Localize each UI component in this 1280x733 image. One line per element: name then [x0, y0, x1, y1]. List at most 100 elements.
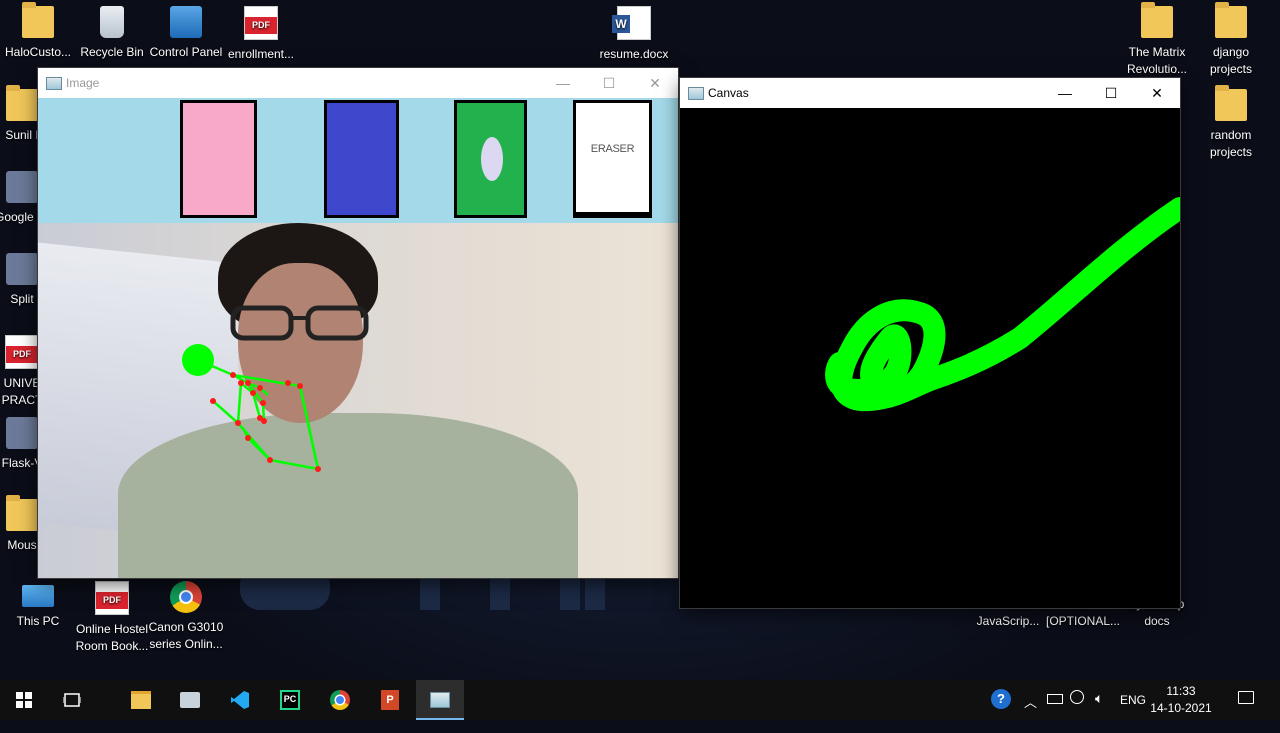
taskbar-pycharm[interactable]: PC — [266, 680, 314, 720]
pink-color-swatch[interactable] — [180, 100, 257, 218]
taskbar: PC P ? ︿ 🔈︎ ENG 11:33 14-10-2021 — [0, 680, 1280, 720]
desktop-icon-django[interactable]: django projects — [1193, 2, 1269, 78]
desktop-icon-label: Sunil I — [5, 128, 39, 142]
image-window-content: ERASER — [38, 98, 678, 578]
desktop-icon-label: UNIVE PRACT — [1, 376, 43, 407]
folder-icon — [1215, 2, 1247, 38]
notifications-icon[interactable] — [1238, 691, 1254, 731]
windows-logo-icon — [16, 692, 32, 708]
clock-time: 11:33 — [1166, 684, 1196, 698]
desktop-icon-matrix[interactable]: The Matrix Revolutio... — [1119, 2, 1195, 78]
pdf-icon — [5, 335, 39, 369]
image-window[interactable]: Image — ☐ ✕ ERASER — [38, 68, 678, 578]
pdf-icon — [244, 6, 278, 40]
powerpoint-icon: P — [381, 690, 399, 710]
recycle-bin-icon — [100, 6, 124, 38]
desktop-icon-recycle-bin[interactable]: Recycle Bin — [74, 2, 150, 61]
desktop-icon-label: Online Hostel Room Book... — [75, 622, 149, 653]
canvas-background — [680, 108, 1180, 608]
desktop-icon-label: Recycle Bin — [80, 45, 144, 59]
fingertip-cursor — [182, 344, 214, 376]
canvas-window[interactable]: Canvas — ☐ ✕ — [680, 78, 1180, 608]
taskbar-app-2[interactable] — [166, 680, 214, 720]
minimize-button[interactable]: — — [540, 68, 586, 98]
folder-icon — [6, 495, 38, 531]
desktop-icon-label: HaloCusto... — [4, 45, 72, 59]
green-color-swatch[interactable] — [454, 100, 527, 218]
close-button[interactable]: ✕ — [1134, 78, 1180, 108]
desktop-icon-control-panel[interactable]: Control Panel — [148, 2, 224, 61]
pdf-icon — [95, 581, 129, 615]
desktop-icon-label: random projects — [1209, 128, 1253, 159]
desktop-icon-this-pc[interactable]: This PC — [0, 577, 76, 630]
desktop-icon-label: Canon G3010 series Onlin... — [148, 620, 224, 651]
desktop-icon-label: This PC — [16, 614, 60, 628]
folder-icon — [1215, 85, 1247, 121]
archive-icon — [6, 417, 38, 449]
desktop-icon-label: resume.docx — [599, 47, 669, 61]
window-title: Image — [66, 76, 100, 90]
shortcut-icon — [6, 253, 38, 285]
clock[interactable]: 11:33 14-10-2021 — [1150, 683, 1212, 717]
language-indicator[interactable]: ENG — [1120, 693, 1146, 733]
word-document-icon — [612, 6, 651, 40]
maximize-button[interactable]: ☐ — [586, 68, 632, 98]
desktop-icon-label: The Matrix Revolutio... — [1126, 45, 1188, 76]
maximize-button[interactable]: ☐ — [1088, 78, 1134, 108]
canvas-window-titlebar[interactable]: Canvas — ☐ ✕ — [680, 78, 1180, 108]
desktop-icon-label: Flask-V — [1, 456, 43, 470]
drawn-stroke — [825, 197, 1180, 412]
window-app-icon — [430, 692, 450, 708]
control-panel-icon — [170, 6, 202, 38]
folder-icon — [6, 85, 38, 121]
folder-icon — [22, 2, 54, 38]
taskbar-chrome[interactable] — [316, 680, 364, 720]
taskbar-python-window[interactable] — [416, 680, 464, 720]
window-title: Canvas — [708, 86, 749, 100]
desktop-icon-label: django projects — [1209, 45, 1253, 76]
pycharm-icon: PC — [280, 690, 300, 710]
shortcut-icon — [6, 171, 38, 203]
app-icon — [180, 692, 200, 708]
taskbar-file-explorer[interactable] — [117, 680, 165, 720]
minimize-button[interactable]: — — [1042, 78, 1088, 108]
eraser-label: ERASER — [590, 143, 635, 155]
desktop-icon-enrollment[interactable]: enrollment... — [223, 2, 299, 63]
canvas-drawing-area[interactable] — [680, 108, 1180, 608]
help-icon[interactable]: ? — [991, 689, 1011, 729]
webcam-feed — [38, 223, 678, 578]
image-window-titlebar[interactable]: Image — ☐ ✕ — [38, 68, 678, 98]
desktop-icon-canon[interactable]: Canon G3010 series Onlin... — [148, 577, 224, 653]
window-app-icon — [46, 77, 62, 90]
blue-color-swatch[interactable] — [324, 100, 399, 218]
desktop-icon-halo[interactable]: HaloCusto... — [0, 2, 76, 61]
battery-icon[interactable] — [1047, 691, 1063, 731]
chrome-icon — [330, 690, 350, 710]
window-app-icon — [688, 87, 704, 100]
chevron-up-icon[interactable]: ︿ — [1024, 692, 1037, 732]
color-palette-strip: ERASER — [38, 98, 678, 223]
task-view-icon — [63, 693, 81, 707]
drawing-svg — [825, 197, 1180, 412]
clock-date: 14-10-2021 — [1150, 701, 1212, 715]
desktop-icon-resume[interactable]: resume.docx — [596, 2, 672, 63]
vscode-icon — [231, 691, 249, 709]
hand-landmarks-overlay — [182, 344, 321, 472]
desktop-icon-hostel[interactable]: Online Hostel Room Book... — [74, 577, 150, 655]
chrome-icon — [170, 581, 202, 613]
eraser-swatch[interactable]: ERASER — [573, 100, 652, 218]
computer-icon — [22, 585, 54, 607]
desktop-icon-label: Split — [10, 292, 34, 306]
file-explorer-icon — [131, 691, 151, 709]
volume-icon[interactable]: 🔈︎ — [1095, 690, 1103, 730]
desktop-icon-label: Control Panel — [149, 45, 223, 59]
task-view-button[interactable] — [48, 680, 96, 720]
network-icon[interactable] — [1070, 690, 1084, 730]
taskbar-vscode[interactable] — [216, 680, 264, 720]
desktop-icon-random[interactable]: random projects — [1193, 85, 1269, 161]
selected-indicator — [481, 137, 503, 181]
taskbar-powerpoint[interactable]: P — [366, 680, 414, 720]
start-button[interactable] — [0, 680, 48, 720]
close-button[interactable]: ✕ — [632, 68, 678, 98]
desktop-icon-label: Mous — [7, 538, 37, 552]
